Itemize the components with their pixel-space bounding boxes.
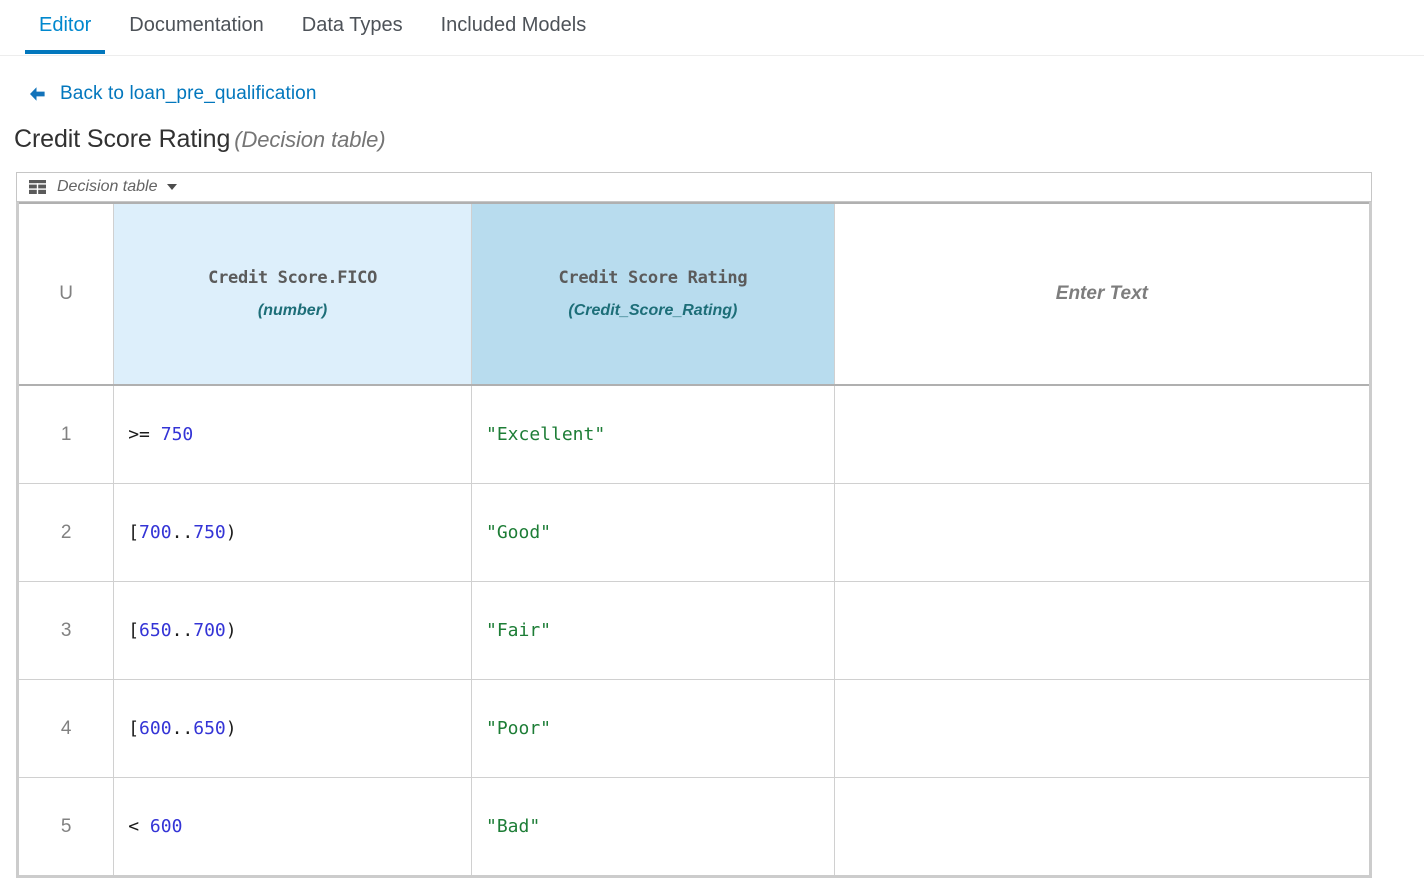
annotation-entry-cell[interactable] [833,581,1372,680]
token-op: .. [171,620,194,641]
token-num: 600 [149,816,183,837]
table-icon [29,180,46,194]
rule-number-cell[interactable]: 3 [16,581,115,680]
hit-policy-cell[interactable]: U [16,202,115,386]
output-entry-cell[interactable]: "Poor" [470,679,835,778]
input-entry-cell[interactable]: >= 750 [113,384,472,484]
input-column-header[interactable]: Credit Score.FICO (number) [113,202,472,386]
output-entry-cell[interactable]: "Bad" [470,777,835,877]
token-num: 650 [193,718,226,739]
token-op: .. [171,522,194,543]
expression-type-label: Decision table [57,178,158,195]
input-column-name: Credit Score.FICO [208,268,378,288]
token-num: 700 [139,522,172,543]
expression-editor: Decision table U Credit Score.FICO (number… [16,172,1372,878]
output-entry-cell[interactable]: "Excellent" [470,384,835,484]
token-num: 750 [193,522,226,543]
input-column-type: (number) [257,302,328,319]
page-title: Credit Score Rating (Decision table) [0,108,1424,154]
token-num: 750 [160,424,194,445]
expression-type-selector[interactable]: Decision table [16,172,1372,202]
token-op [139,816,150,837]
annotation-entry-cell[interactable] [833,384,1372,484]
input-entry-cell[interactable]: [700..750) [113,483,472,582]
table-row: 2 [700..750) "Good" [16,483,1372,582]
token-num: 600 [139,718,172,739]
token-str: "Poor" [485,718,552,739]
table-row: 4 [600..650) "Poor" [16,679,1372,778]
token-op [150,424,161,445]
token-op: >= [128,424,150,445]
input-entry-cell[interactable]: [600..650) [113,679,472,778]
output-column-header[interactable]: Credit Score Rating (Credit_Score_Rating) [470,202,835,386]
tab-data-types[interactable]: Data Types [283,0,422,53]
expression-name: Credit Score Rating [14,125,231,153]
rule-number-cell[interactable]: 2 [16,483,115,582]
main-tab-bar: Editor Documentation Data Types Included Mo… [0,0,1424,56]
output-column-name: Credit Score Rating [558,268,748,288]
tab-included-models[interactable]: Included Models [422,0,606,53]
rule-number-cell[interactable]: 1 [16,384,115,484]
tab-documentation[interactable]: Documentation [110,0,283,53]
token-num: 650 [139,620,172,641]
annotation-entry-cell[interactable] [833,483,1372,582]
token-op: ) [225,718,237,739]
expression-kind-label: (Decision table) [234,127,386,152]
breadcrumb: Back to loan_pre_qualification [0,56,1424,108]
token-op: [ [128,522,140,543]
rule-number-cell[interactable]: 4 [16,679,115,778]
token-str: "Good" [485,522,552,543]
token-str: "Excellent" [485,424,606,445]
token-op: ) [225,620,237,641]
token-op: .. [171,718,194,739]
table-row: 3 [650..700) "Fair" [16,581,1372,680]
token-str: "Fair" [485,620,552,641]
token-op: < [128,816,140,837]
table-row: 5 < 600 "Bad" [16,777,1372,877]
input-entry-cell[interactable]: [650..700) [113,581,472,680]
input-entry-cell[interactable]: < 600 [113,777,472,877]
decision-table: U Credit Score.FICO (number) Credit Score R… [16,202,1372,878]
chevron-down-icon[interactable] [166,184,177,190]
token-op: [ [128,718,140,739]
back-to-model-link[interactable]: Back to loan_pre_qualification [60,83,317,105]
token-op: ) [225,522,237,543]
annotation-entry-cell[interactable] [833,777,1372,877]
token-num: 700 [193,620,226,641]
tab-editor[interactable]: Editor [20,0,110,54]
output-entry-cell[interactable]: "Good" [470,483,835,582]
annotation-entry-cell[interactable] [833,679,1372,778]
output-entry-cell[interactable]: "Fair" [470,581,835,680]
annotation-placeholder: Enter Text [1055,283,1148,304]
decision-table-header-row: U Credit Score.FICO (number) Credit Score R… [16,202,1372,386]
token-op: [ [128,620,140,641]
rule-number-cell[interactable]: 5 [16,777,115,877]
table-row: 1 >= 750 "Excellent" [16,384,1372,484]
arrow-left-icon[interactable] [26,83,48,105]
annotation-column-header[interactable]: Enter Text [833,202,1372,386]
output-column-type: (Credit_Score_Rating) [568,302,738,319]
token-str: "Bad" [485,816,541,837]
